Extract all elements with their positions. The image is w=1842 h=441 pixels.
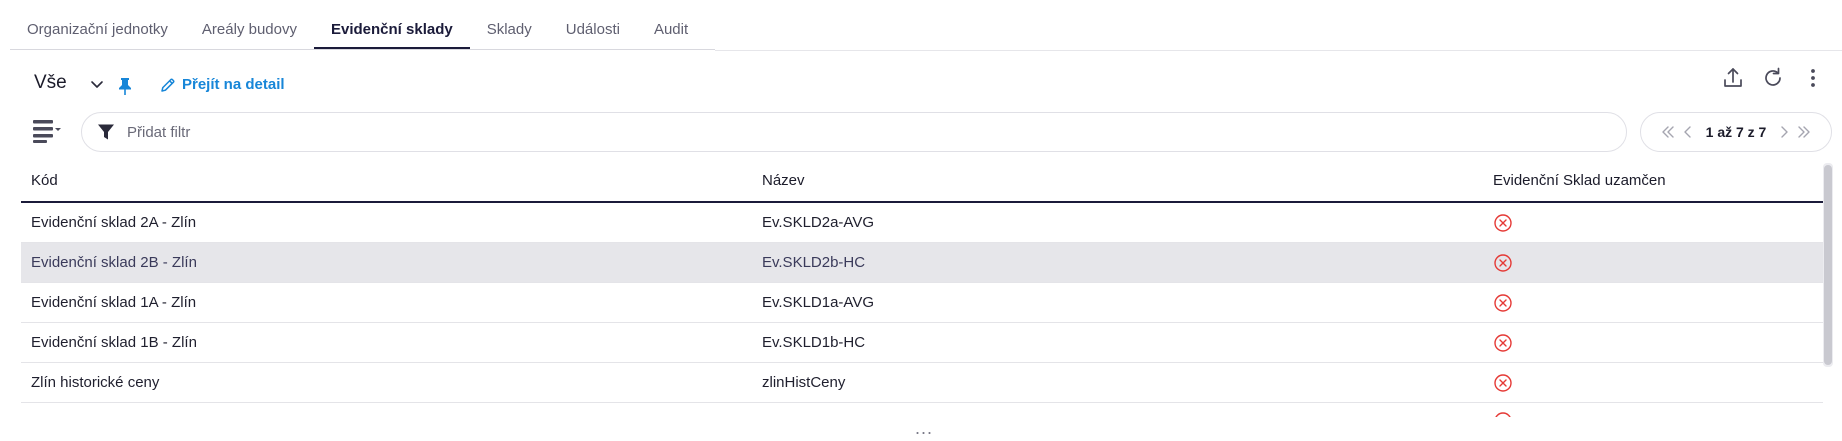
- first-page-icon[interactable]: [1660, 124, 1676, 140]
- tab-audit[interactable]: Audit: [637, 0, 705, 49]
- cell-kod: Zlín historické ceny: [31, 374, 160, 391]
- unlocked-status-icon: [1494, 333, 1512, 352]
- tab-sklady[interactable]: Sklady: [470, 0, 549, 49]
- cell-kod: Evidenční sklad 2B - Zlín: [31, 254, 197, 271]
- view-selector-label: Vše: [34, 72, 67, 93]
- previous-page-icon[interactable]: [1680, 124, 1696, 140]
- cell-nazev: Ev.SKLD2a-AVG: [762, 214, 874, 231]
- cell-kod: Evidenční sklad 2A - Zlín: [31, 214, 197, 231]
- filter-bar[interactable]: [81, 112, 1627, 152]
- scrollbar-thumb[interactable]: [1824, 165, 1832, 365]
- last-page-icon[interactable]: [1796, 124, 1812, 140]
- unlocked-status-icon-partial: [1493, 411, 1513, 417]
- resize-handle[interactable]: ...: [915, 419, 933, 437]
- column-header-locked[interactable]: Evidenční Sklad uzamčen: [1483, 172, 1823, 189]
- more-options-icon[interactable]: [1800, 65, 1826, 91]
- refresh-icon[interactable]: [1760, 65, 1786, 91]
- unlocked-status-icon: [1494, 253, 1512, 272]
- export-icon[interactable]: [1720, 65, 1746, 91]
- table-row[interactable]: Evidenční sklad 2A - Zlín Ev.SKLD2a-AVG: [21, 203, 1823, 243]
- tab-organizacni-jednotky[interactable]: Organizační jednotky: [10, 0, 185, 49]
- unlocked-status-icon: [1494, 373, 1512, 392]
- cell-kod: Evidenční sklad 1A - Zlín: [31, 294, 197, 311]
- data-table: Kód Název Evidenční Sklad uzamčen Eviden…: [21, 160, 1823, 415]
- go-to-detail-label: Přejít na detail: [182, 76, 285, 93]
- tab-arealy-budovy[interactable]: Areály budovy: [185, 0, 314, 49]
- table-row[interactable]: Zlín historické ceny zlinHistCeny: [21, 363, 1823, 403]
- chevron-down-icon[interactable]: [87, 75, 107, 95]
- tab-udalosti[interactable]: Události: [549, 0, 637, 49]
- tabs-divider: [715, 50, 1842, 51]
- pagination: 1 až 7 z 7: [1640, 112, 1832, 152]
- table-row[interactable]: Evidenční sklad 2B - Zlín Ev.SKLD2b-HC: [21, 243, 1823, 283]
- tab-bar: Organizační jednotky Areály budovy Evide…: [10, 0, 715, 50]
- column-settings-icon[interactable]: [32, 118, 62, 144]
- pin-icon[interactable]: [117, 76, 133, 96]
- column-header-nazev[interactable]: Název: [752, 172, 1483, 189]
- cell-nazev: zlinHistCeny: [762, 374, 846, 391]
- go-to-detail-link[interactable]: Přejít na detail: [160, 76, 285, 93]
- filter-icon: [98, 124, 114, 140]
- page-range-text: 1 až 7 z 7: [1705, 124, 1767, 140]
- pencil-icon: [161, 77, 175, 92]
- unlocked-status-icon: [1494, 293, 1512, 312]
- table-row[interactable]: Evidenční sklad 1A - Zlín Ev.SKLD1a-AVG: [21, 283, 1823, 323]
- table-header: Kód Název Evidenční Sklad uzamčen: [21, 160, 1823, 203]
- column-header-kod[interactable]: Kód: [21, 172, 752, 189]
- next-page-icon[interactable]: [1776, 124, 1792, 140]
- cell-nazev: Ev.SKLD1b-HC: [762, 334, 866, 351]
- filter-input[interactable]: [127, 123, 1527, 141]
- view-selector[interactable]: Vše: [34, 72, 67, 94]
- tab-evidencni-sklady[interactable]: Evidenční sklady: [313, 0, 470, 49]
- unlocked-status-icon: [1494, 213, 1512, 232]
- cell-nazev: Ev.SKLD1a-AVG: [762, 294, 874, 311]
- cell-nazev: Ev.SKLD2b-HC: [762, 254, 866, 271]
- table-row[interactable]: Evidenční sklad 1B - Zlín Ev.SKLD1b-HC: [21, 323, 1823, 363]
- cell-kod: Evidenční sklad 1B - Zlín: [31, 334, 197, 351]
